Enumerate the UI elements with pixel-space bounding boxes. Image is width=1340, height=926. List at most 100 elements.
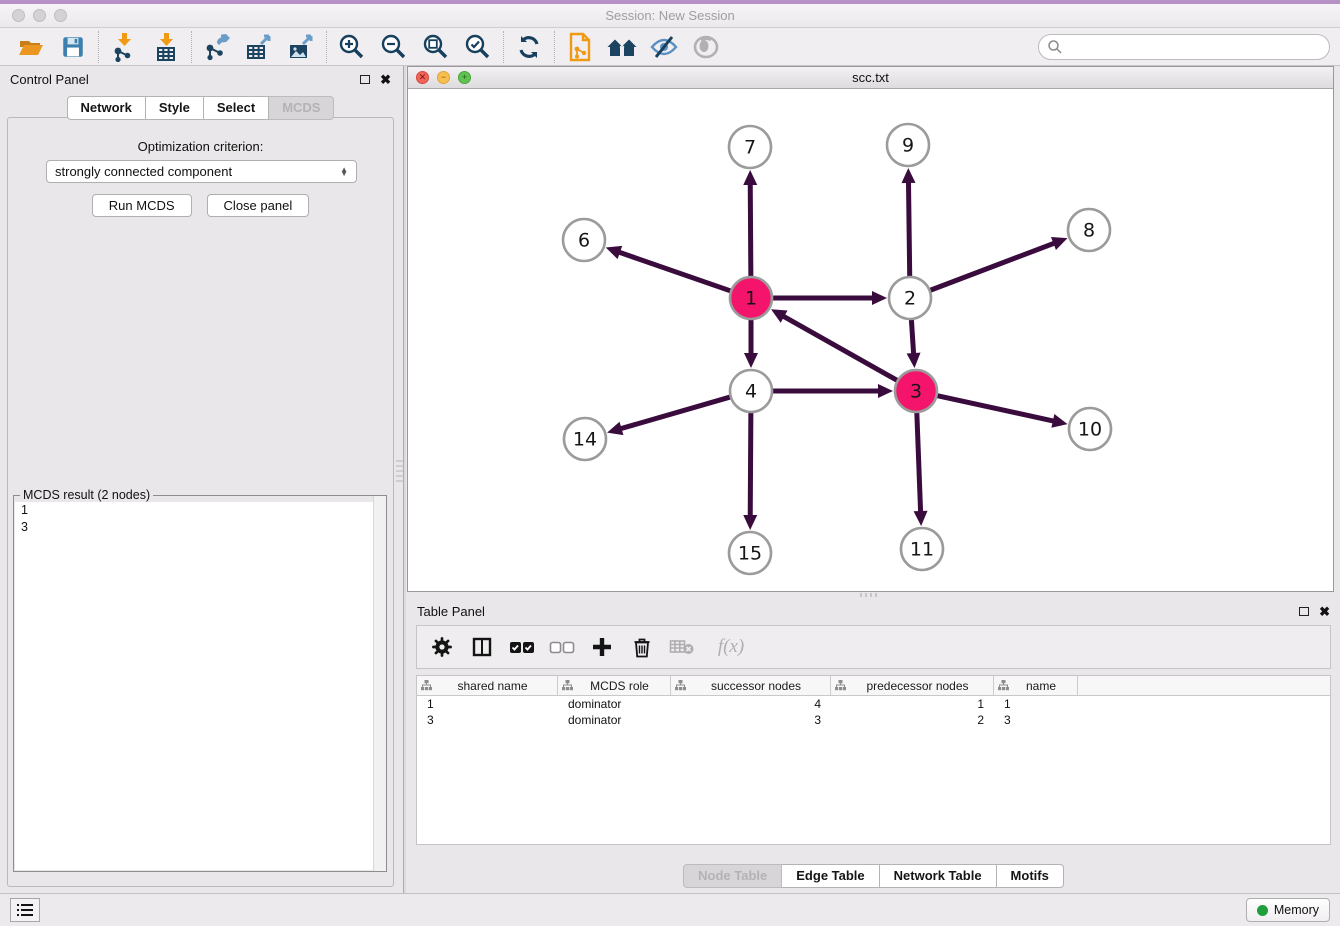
tab-select[interactable]: Select xyxy=(204,96,269,120)
table-cell[interactable]: 4 xyxy=(671,697,831,711)
graph-node-11[interactable]: 11 xyxy=(901,528,943,570)
delete-table-button[interactable] xyxy=(669,634,695,660)
tab-edge-table[interactable]: Edge Table xyxy=(782,864,879,888)
table-cell[interactable]: dominator xyxy=(558,697,671,711)
graph-edge-3-10[interactable] xyxy=(936,395,1056,421)
search-input[interactable] xyxy=(1069,39,1321,54)
graph-edge-2-8[interactable] xyxy=(929,242,1057,290)
export-network-icon xyxy=(202,32,232,62)
graph-edge-2-3[interactable] xyxy=(911,318,913,356)
close-panel-button[interactable]: Close panel xyxy=(207,194,310,217)
table-cell[interactable]: 1 xyxy=(831,697,994,711)
network-graph[interactable]: 7 9 6 8 1 2 4 3 14 10 15 11 xyxy=(408,89,1333,591)
graph-node-3[interactable]: 3 xyxy=(895,370,937,412)
mcds-result-text[interactable]: 13 xyxy=(15,502,385,870)
splitter-grip[interactable] xyxy=(396,460,403,482)
float-panel-icon[interactable] xyxy=(360,75,370,84)
network-file-icon xyxy=(567,32,593,62)
table-cell[interactable]: 1 xyxy=(417,697,558,711)
network-window-titlebar[interactable]: ✕ − + scc.txt xyxy=(408,67,1333,89)
svg-text:10: 10 xyxy=(1078,419,1102,441)
export-image-button[interactable] xyxy=(280,30,322,64)
zoom-out-button[interactable] xyxy=(373,30,415,64)
result-scrollbar[interactable] xyxy=(373,496,386,871)
graph-node-9[interactable]: 9 xyxy=(887,124,929,166)
graph-edge-3-11[interactable] xyxy=(917,411,921,514)
svg-text:1: 1 xyxy=(745,288,757,310)
graph-node-14[interactable]: 14 xyxy=(564,418,606,460)
graph-node-10[interactable]: 10 xyxy=(1069,408,1111,450)
save-session-button[interactable] xyxy=(52,30,94,64)
tab-network[interactable]: Network xyxy=(67,96,146,120)
column-header-predecessor-nodes[interactable]: predecessor nodes xyxy=(831,676,994,695)
graph-edge-3-1[interactable] xyxy=(781,315,898,381)
table-row[interactable]: 1dominator411 xyxy=(417,696,1330,712)
graph-edge-1-6[interactable] xyxy=(617,251,732,291)
export-network-button[interactable] xyxy=(196,30,238,64)
table-cell[interactable]: dominator xyxy=(558,713,671,727)
run-mcds-button[interactable]: Run MCDS xyxy=(92,194,192,217)
select-all-button[interactable] xyxy=(509,634,535,660)
graph-node-7[interactable]: 7 xyxy=(729,126,771,168)
column-header-mcds-role[interactable]: MCDS role xyxy=(558,676,671,695)
column-header-successor-nodes[interactable]: successor nodes xyxy=(671,676,831,695)
graph-node-1[interactable]: 1 xyxy=(730,277,772,319)
table-panel-header: Table Panel ✖ xyxy=(407,598,1340,624)
graph-edge-4-15[interactable] xyxy=(750,411,751,518)
zoom-selected-button[interactable] xyxy=(457,30,499,64)
table-row[interactable]: 3dominator323 xyxy=(417,712,1330,728)
deselect-all-button[interactable] xyxy=(549,634,575,660)
graph-node-15[interactable]: 15 xyxy=(729,532,771,574)
column-header-shared-name[interactable]: shared name xyxy=(417,676,558,695)
node-table[interactable]: shared nameMCDS rolesuccessor nodesprede… xyxy=(416,675,1331,845)
show-panel-button[interactable] xyxy=(685,30,727,64)
tab-network-table[interactable]: Network Table xyxy=(880,864,997,888)
tab-style[interactable]: Style xyxy=(146,96,204,120)
column-type-icon xyxy=(675,680,686,691)
search-field[interactable] xyxy=(1038,34,1330,60)
task-history-button[interactable] xyxy=(10,898,40,922)
optimization-criterion-dropdown[interactable]: strongly connected component ▲▼ xyxy=(46,160,357,183)
open-session-button[interactable] xyxy=(10,30,52,64)
graph-node-8[interactable]: 8 xyxy=(1068,209,1110,251)
export-table-button[interactable] xyxy=(238,30,280,64)
graph-node-2[interactable]: 2 xyxy=(889,277,931,319)
import-table-button[interactable] xyxy=(145,30,187,64)
graph-node-6[interactable]: 6 xyxy=(563,219,605,261)
graph-edge-1-7[interactable] xyxy=(750,182,751,278)
table-cell[interactable]: 2 xyxy=(831,713,994,727)
tab-mcds[interactable]: MCDS xyxy=(269,96,334,120)
function-builder-button[interactable]: f(x) xyxy=(709,634,753,660)
zoom-fit-button[interactable] xyxy=(415,30,457,64)
table-cell[interactable]: 3 xyxy=(994,713,1078,727)
delete-column-button[interactable] xyxy=(629,634,655,660)
hide-graphics-details-button[interactable] xyxy=(643,30,685,64)
graph-edge-4-14[interactable] xyxy=(619,397,732,430)
table-panel-tabs: Node TableEdge TableNetwork TableMotifs xyxy=(407,864,1340,888)
splitter-grip-horizontal[interactable] xyxy=(860,593,880,597)
tab-node-table[interactable]: Node Table xyxy=(683,864,782,888)
table-cell[interactable]: 3 xyxy=(671,713,831,727)
svg-text:14: 14 xyxy=(573,429,597,451)
graph-edge-2-9[interactable] xyxy=(908,180,909,278)
reset-session-button[interactable] xyxy=(601,30,643,64)
show-columns-button[interactable] xyxy=(469,634,495,660)
export-image-icon xyxy=(286,32,316,62)
table-cell[interactable]: 1 xyxy=(994,697,1078,711)
add-column-button[interactable] xyxy=(589,634,615,660)
apply-layout-button[interactable] xyxy=(508,30,550,64)
float-table-panel-icon[interactable] xyxy=(1299,607,1309,616)
close-table-panel-icon[interactable]: ✖ xyxy=(1319,605,1330,618)
dropdown-selected-value: strongly connected component xyxy=(55,164,232,179)
import-network-button[interactable] xyxy=(103,30,145,64)
close-panel-icon[interactable]: ✖ xyxy=(380,73,391,86)
table-cell[interactable]: 3 xyxy=(417,713,558,727)
column-header-name[interactable]: name xyxy=(994,676,1078,695)
memory-button[interactable]: Memory xyxy=(1246,898,1330,922)
panel-splitter-vertical[interactable] xyxy=(403,66,406,893)
zoom-in-button[interactable] xyxy=(331,30,373,64)
graph-node-4[interactable]: 4 xyxy=(730,370,772,412)
table-settings-button[interactable] xyxy=(429,634,455,660)
tab-motifs[interactable]: Motifs xyxy=(997,864,1064,888)
new-network-from-selection-button[interactable] xyxy=(559,30,601,64)
